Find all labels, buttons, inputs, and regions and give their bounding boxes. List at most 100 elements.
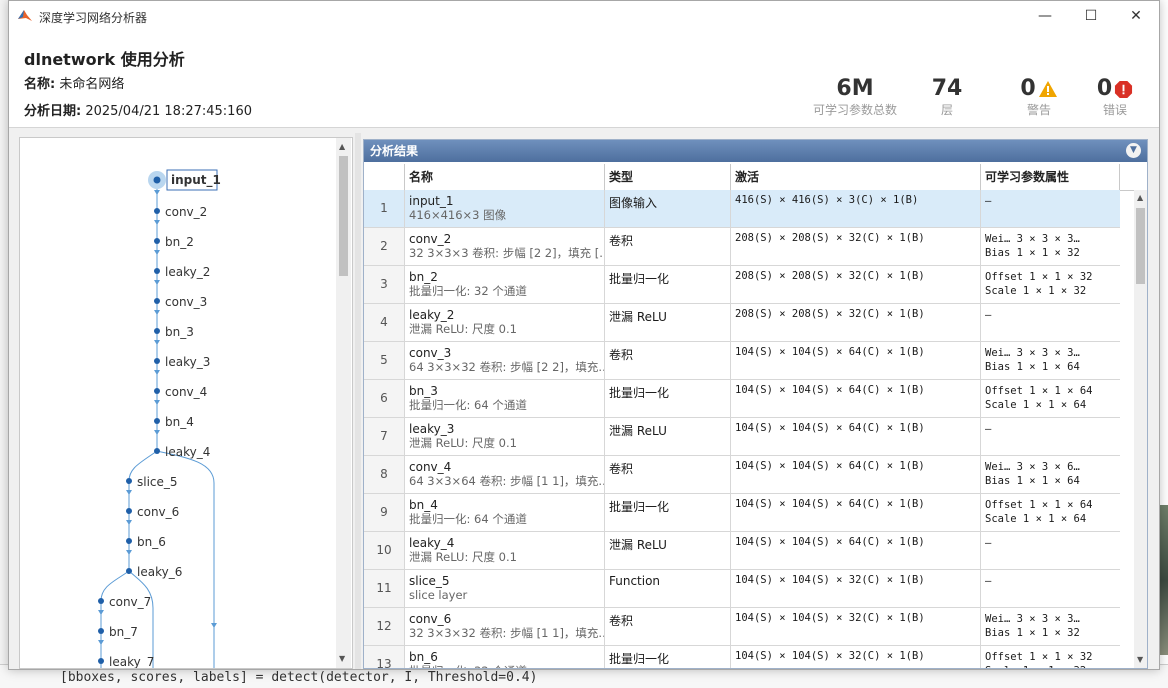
layer-name-cell: leaky_4 泄漏 ReLU: 尺度 0.1 bbox=[405, 532, 605, 569]
graph-node-label[interactable]: conv_7 bbox=[109, 595, 151, 609]
column-header-index[interactable] bbox=[364, 164, 405, 190]
analysis-results-panel: 分析结果 ▼ 名称 类型 激活 可学习参数属性 1 input_1 416×416×… bbox=[363, 139, 1148, 669]
scroll-down-icon[interactable]: ▼ bbox=[339, 654, 345, 663]
table-row[interactable]: 13bn_6批量归一化: 32 个通道批量归一化104(S) × 104(S) … bbox=[364, 646, 1120, 668]
graph-node[interactable] bbox=[154, 208, 160, 214]
table-scroll-thumb[interactable] bbox=[1136, 208, 1145, 284]
graph-node[interactable] bbox=[154, 298, 160, 304]
stat-errors[interactable]: 0 错误 bbox=[1085, 76, 1145, 118]
learnable-line: Wei… 3 × 3 × 3… bbox=[985, 233, 1080, 245]
graph-node[interactable] bbox=[153, 176, 161, 184]
graph-node[interactable] bbox=[154, 418, 160, 424]
graph-node-label[interactable]: conv_3 bbox=[165, 295, 207, 309]
graph-node[interactable] bbox=[126, 478, 132, 484]
graph-node-label[interactable]: conv_4 bbox=[165, 385, 207, 399]
row-index: 1 bbox=[364, 190, 405, 227]
graph-node[interactable] bbox=[154, 388, 160, 394]
learnable-line: Bias 1 × 1 × 64 bbox=[985, 361, 1080, 373]
graph-node-label[interactable]: leaky_6 bbox=[137, 565, 182, 579]
graph-node-label[interactable]: bn_7 bbox=[109, 625, 138, 639]
learnable-line: Bias 1 × 1 × 64 bbox=[985, 475, 1080, 487]
pane-splitter[interactable] bbox=[355, 133, 361, 669]
scroll-up-icon[interactable]: ▲ bbox=[1137, 193, 1143, 202]
column-header-activations[interactable]: 激活 bbox=[731, 164, 981, 190]
graph-node-label[interactable]: leaky_7 bbox=[109, 655, 154, 668]
activation-size: 416(S) × 416(S) × 3(C) × 1(B) bbox=[731, 190, 981, 227]
graph-node-label[interactable]: bn_3 bbox=[165, 325, 194, 339]
learnables-label: 可学习参数总数 bbox=[812, 103, 897, 117]
graph-node-label[interactable]: conv_6 bbox=[137, 505, 179, 519]
learnable-line: Scale 1 × 1 × 32 bbox=[985, 285, 1087, 297]
graph-node-label[interactable]: bn_2 bbox=[165, 235, 194, 249]
layer-type: 泄漏 ReLU bbox=[605, 418, 731, 455]
layer-type: 图像输入 bbox=[605, 190, 731, 227]
graph-node[interactable] bbox=[98, 658, 104, 664]
activation-size: 104(S) × 104(S) × 64(C) × 1(B) bbox=[731, 380, 981, 417]
learnable-properties: Offset 1 × 1 × 32 Scale 1 × 1 × 32 bbox=[981, 266, 1120, 303]
column-header-type[interactable]: 类型 bbox=[605, 164, 731, 190]
network-graph-pane[interactable]: input_1 conv_2 bn_2 leaky_2 conv_3 bn_3 … bbox=[19, 137, 353, 669]
row-index: 2 bbox=[364, 228, 405, 265]
graph-node[interactable] bbox=[98, 628, 104, 634]
table-row[interactable]: 9 bn_4 批量归一化: 64 个通道 批量归一化 104(S) × 104(S) ×… bbox=[364, 494, 1120, 532]
layer-name-cell: conv_4 64 3×3×64 卷积: 步幅 [1 1]，填充... bbox=[405, 456, 605, 493]
graph-node-label[interactable]: conv_2 bbox=[165, 205, 207, 219]
table-row[interactable]: 12 conv_6 32 3×3×32 卷积: 步幅 [1 1]，填充... 卷积 10… bbox=[364, 608, 1120, 646]
edge-arrow bbox=[154, 220, 160, 225]
table-row[interactable]: 4 leaky_2 泄漏 ReLU: 尺度 0.1 泄漏 ReLU 208(S) × 2… bbox=[364, 304, 1120, 342]
graph-scrollbar[interactable]: ▲ ▼ bbox=[336, 138, 351, 668]
graph-node[interactable] bbox=[98, 598, 104, 604]
graph-node[interactable] bbox=[154, 448, 160, 454]
graph-node[interactable] bbox=[126, 568, 132, 574]
table-row[interactable]: 7 leaky_3 泄漏 ReLU: 尺度 0.1 泄漏 ReLU 104(S) × 1… bbox=[364, 418, 1120, 456]
title-bar[interactable]: 深度学习网络分析器 — ☐ ✕ bbox=[9, 1, 1159, 31]
layer-name: conv_3 bbox=[409, 346, 452, 360]
layer-description: 泄漏 ReLU: 尺度 0.1 bbox=[409, 550, 517, 564]
name-value: 未命名网络 bbox=[59, 77, 125, 92]
layer-name-cell: slice_5 slice layer bbox=[405, 570, 605, 607]
table-row[interactable]: 5 conv_3 64 3×3×32 卷积: 步幅 [2 2]，填充... 卷积 104… bbox=[364, 342, 1120, 380]
graph-node-label[interactable]: bn_6 bbox=[137, 535, 166, 549]
scroll-down-icon[interactable]: ▼ bbox=[1137, 655, 1143, 664]
graph-node-label[interactable]: leaky_3 bbox=[165, 355, 210, 369]
layer-description: 批量归一化: 32 个通道 bbox=[409, 284, 527, 298]
graph-node-label[interactable]: leaky_2 bbox=[165, 265, 210, 279]
edge-arrow bbox=[126, 550, 132, 555]
graph-scroll-thumb[interactable] bbox=[339, 156, 348, 276]
graph-node-label[interactable]: bn_4 bbox=[165, 415, 194, 429]
edge-arrow bbox=[98, 640, 104, 645]
table-row[interactable]: 6 bn_3 批量归一化: 64 个通道 批量归一化 104(S) × 104(S) ×… bbox=[364, 380, 1120, 418]
graph-node[interactable] bbox=[154, 358, 160, 364]
layer-type: 卷积 bbox=[605, 342, 731, 379]
table-row[interactable]: 10 leaky_4 泄漏 ReLU: 尺度 0.1 泄漏 ReLU 104(S) × … bbox=[364, 532, 1120, 570]
background-code-line: [bboxes, scores, labels] = detect(detect… bbox=[60, 670, 538, 685]
stat-warnings[interactable]: 0 警告 bbox=[1007, 76, 1071, 118]
graph-node[interactable] bbox=[126, 538, 132, 544]
table-row[interactable]: 8 conv_4 64 3×3×64 卷积: 步幅 [1 1]，填充... 卷积 104… bbox=[364, 456, 1120, 494]
table-row[interactable]: 1 input_1 416×416×3 图像 图像输入 416(S) × 416(S) … bbox=[364, 190, 1120, 228]
graph-node-label[interactable]: leaky_4 bbox=[165, 445, 210, 459]
column-header-learnables[interactable]: 可学习参数属性 bbox=[981, 164, 1120, 190]
table-scrollbar[interactable]: ▲ ▼ bbox=[1134, 190, 1147, 668]
edge-arrow bbox=[154, 400, 160, 405]
activation-size: 104(S) × 104(S) × 32(C) × 1(B) bbox=[731, 608, 981, 645]
graph-node[interactable] bbox=[154, 238, 160, 244]
table-row[interactable]: 3 bn_2 批量归一化: 32 个通道 批量归一化 208(S) × 208(S) ×… bbox=[364, 266, 1120, 304]
close-button[interactable]: ✕ bbox=[1113, 1, 1159, 31]
graph-node[interactable] bbox=[154, 268, 160, 274]
column-header-name[interactable]: 名称 bbox=[405, 164, 605, 190]
graph-node[interactable] bbox=[126, 508, 132, 514]
graph-node-label[interactable]: input_1 bbox=[171, 173, 221, 187]
learnable-line: Scale 1 × 1 × 32 bbox=[985, 664, 1120, 668]
graph-node[interactable] bbox=[154, 328, 160, 334]
table-row[interactable]: 11 slice_5 slice layer Function 104(S) × 104… bbox=[364, 570, 1120, 608]
layer-name-cell: conv_2 32 3×3×3 卷积: 步幅 [2 2]，填充 [... bbox=[405, 228, 605, 265]
minimize-button[interactable]: — bbox=[1022, 1, 1068, 31]
learnable-properties: – bbox=[981, 532, 1120, 569]
row-index: 7 bbox=[364, 418, 405, 455]
maximize-button[interactable]: ☐ bbox=[1068, 1, 1114, 31]
table-row[interactable]: 2 conv_2 32 3×3×3 卷积: 步幅 [2 2]，填充 [... 卷积 20… bbox=[364, 228, 1120, 266]
scroll-up-icon[interactable]: ▲ bbox=[339, 142, 345, 151]
graph-node-label[interactable]: slice_5 bbox=[137, 475, 178, 489]
collapse-chevron-icon[interactable]: ▼ bbox=[1126, 143, 1141, 158]
